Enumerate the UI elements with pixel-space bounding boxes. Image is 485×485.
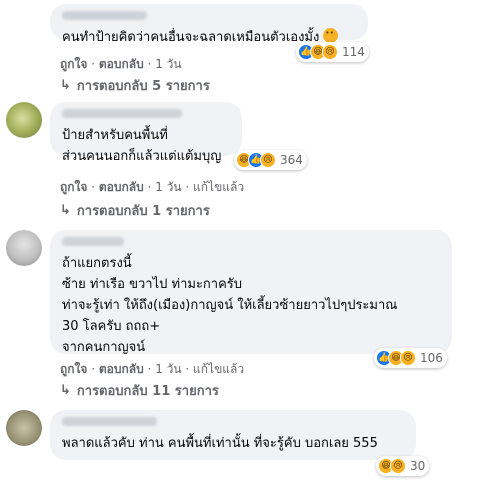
like-link[interactable]: ถูกใจ [60,362,87,376]
comment-time[interactable]: 1 วัน [155,362,181,376]
comment-text: คนทำป้ายคิดว่าคนอื่นจะฉลาดเหมือนตัวเองมั… [62,30,320,45]
reply-arrow-icon: ↳ [60,203,71,218]
comment-time[interactable]: 1 วัน [155,57,181,71]
comment-actions: ถูกใจ · ตอบกลับ · 1 วัน · แก้ไขแล้ว [60,362,245,376]
replies-label: การตอบกลับ 11 รายการ [76,384,219,399]
sad-reaction-icon: 😢 [400,350,416,366]
avatar[interactable] [6,410,42,446]
reaction-summary[interactable]: 😆 😢 30 [376,456,430,476]
reaction-summary[interactable]: 👍 😆 😢 106 [374,348,447,368]
commenter-name-blurred[interactable] [62,109,182,118]
commenter-name-blurred[interactable] [62,237,124,246]
comment-actions: ถูกใจ · ตอบกลับ · 1 วัน [60,57,182,71]
like-link[interactable]: ถูกใจ [60,180,87,194]
comment-text: ถ้าแยกตรงนี้ ซ้าย ท่าเรือ ขวาไป ท่ามะกาค… [62,256,398,355]
reply-link[interactable]: ตอบกลับ [99,180,144,194]
reply-arrow-icon: ↳ [60,78,71,93]
comment-time[interactable]: 1 วัน [155,180,181,194]
commenter-name-blurred[interactable] [62,417,157,426]
reaction-summary[interactable]: 👍 😆 😢 114 [296,42,369,62]
reply-link[interactable]: ตอบกลับ [99,57,144,71]
comment-bubble-2: ป้ายสำหรับคนพื้นที่ ส่วนคนนอกก็แล้วแต่แต… [50,102,242,164]
replies-label: การตอบกลับ 5 รายการ [76,79,210,94]
reply-arrow-icon: ↳ [60,383,71,398]
reply-link[interactable]: ตอบกลับ [99,362,144,376]
avatar[interactable] [6,230,42,266]
commenter-name-blurred[interactable] [62,11,147,20]
comment-actions: ถูกใจ · ตอบกลับ · 1 วัน · แก้ไขแล้ว [60,180,245,194]
view-replies-link[interactable]: ↳ การตอบกลับ 1 รายการ [60,200,210,221]
reaction-count: 114 [342,45,365,59]
reaction-summary[interactable]: 😆 👍 😢 364 [234,150,307,170]
smile-emoji-icon [323,28,339,43]
reaction-count: 106 [420,351,443,365]
edited-label: แก้ไขแล้ว [193,362,245,376]
replies-label: การตอบกลับ 1 รายการ [76,204,210,219]
comment-bubble-3: ถ้าแยกตรงนี้ ซ้าย ท่าเรือ ขวาไป ท่ามะกาค… [50,230,452,355]
sad-reaction-icon: 😢 [260,152,276,168]
sad-reaction-icon: 😢 [322,44,338,60]
reaction-count: 364 [280,153,303,167]
comment-bubble-1: คนทำป้ายคิดว่าคนอื่นจะฉลาดเหมือนตัวเองมั… [50,4,368,45]
edited-label: แก้ไขแล้ว [193,180,245,194]
comment-text: พลาดแล้วคับ ท่าน คนพื้นที่เท่านั้น ที่จะ… [62,436,378,451]
avatar[interactable] [6,102,42,138]
comment-text: ป้ายสำหรับคนพื้นที่ ส่วนคนนอกก็แล้วแต่แต… [62,128,222,164]
comment-bubble-4: พลาดแล้วคับ ท่าน คนพื้นที่เท่านั้น ที่จะ… [50,410,416,460]
reaction-count: 30 [410,459,426,473]
view-replies-link[interactable]: ↳ การตอบกลับ 11 รายการ [60,380,219,401]
like-link[interactable]: ถูกใจ [60,57,87,71]
sad-reaction-icon: 😢 [390,458,406,474]
view-replies-link[interactable]: ↳ การตอบกลับ 5 รายการ [60,75,210,96]
